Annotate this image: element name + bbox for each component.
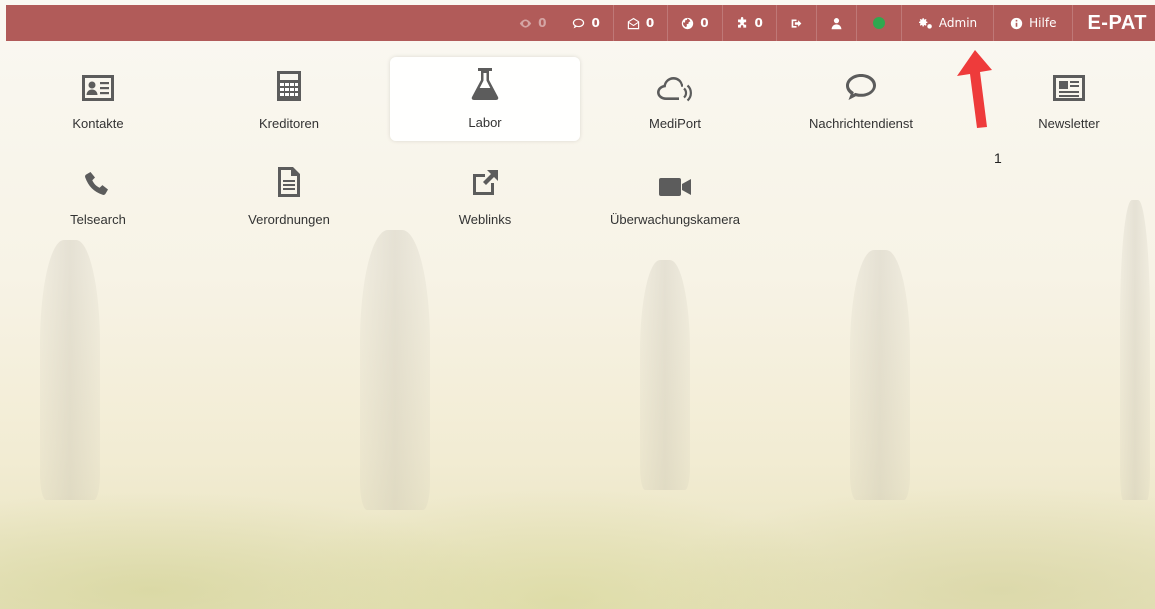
- sign-out-icon: [791, 18, 802, 28]
- eye-icon: [519, 18, 532, 28]
- admin-button[interactable]: Admin: [900, 5, 993, 41]
- tile-label: Kontakte: [72, 116, 124, 131]
- logout-button[interactable]: [775, 5, 816, 41]
- tile-label: Weblinks: [458, 212, 512, 227]
- online-status[interactable]: [855, 5, 901, 41]
- tile-weblinks[interactable]: Weblinks: [390, 154, 580, 238]
- globe-counter[interactable]: 0: [667, 5, 721, 41]
- plugin-count: 0: [754, 16, 763, 30]
- plugin-counter[interactable]: 0: [721, 5, 776, 41]
- tile-kreditoren[interactable]: Kreditoren: [194, 58, 384, 142]
- tile-verordnungen[interactable]: Verordnungen: [194, 154, 384, 238]
- envelope-open-icon: [627, 17, 640, 29]
- puzzle-icon: [737, 16, 746, 28]
- watchers-counter[interactable]: 0: [506, 5, 559, 41]
- tile-telsearch[interactable]: Telsearch: [3, 154, 193, 238]
- globe-count: 0: [700, 16, 709, 30]
- tile-nachrichtendienst[interactable]: Nachrichtendienst: [766, 58, 956, 142]
- file-text-icon: [278, 167, 300, 197]
- info-circle-icon: [1010, 17, 1023, 29]
- user-icon: [831, 17, 842, 29]
- gears-icon: [918, 17, 932, 29]
- tile-ueberwachungskamera[interactable]: Überwachungskamera: [580, 154, 770, 238]
- help-button[interactable]: Hilfe: [993, 5, 1072, 41]
- comment-icon: [846, 74, 876, 100]
- watchers-count: 0: [538, 16, 547, 30]
- chat-count: 0: [591, 16, 600, 30]
- tile-mediport[interactable]: MediPort: [580, 58, 770, 142]
- tile-label: Newsletter: [1038, 116, 1100, 131]
- tile-label: Verordnungen: [248, 212, 330, 227]
- tile-label: Überwachungskamera: [609, 212, 741, 227]
- annotation-marker: 1: [994, 150, 1002, 166]
- annotation-arrow: [957, 50, 992, 128]
- external-link-icon: [473, 170, 498, 195]
- tile-labor[interactable]: Labor: [390, 57, 580, 141]
- mail-counter[interactable]: 0: [612, 5, 667, 41]
- address-card-icon: [82, 75, 114, 101]
- help-label: Hilfe: [1029, 16, 1057, 30]
- tile-label: Kreditoren: [259, 116, 319, 131]
- tile-kontakte[interactable]: Kontakte: [3, 58, 193, 142]
- newspaper-icon: [1053, 75, 1085, 101]
- top-navigation-bar: 0 0 0 0 0 Admin Hilfe E-PAT: [6, 5, 1155, 41]
- video-camera-icon: [659, 178, 691, 196]
- status-dot-icon: [872, 17, 885, 29]
- admin-label: Admin: [938, 16, 978, 30]
- chat-bubble-icon: [573, 18, 585, 28]
- flask-icon: [471, 68, 499, 100]
- tile-label: Nachrichtendienst: [808, 116, 914, 131]
- cloud-signal-icon: [657, 77, 692, 102]
- globe-icon: [682, 17, 694, 29]
- calculator-icon: [277, 71, 301, 101]
- chat-counter[interactable]: 0: [559, 5, 612, 41]
- tile-label: Telsearch: [70, 212, 126, 227]
- tile-label: Labor: [468, 115, 502, 130]
- mail-count: 0: [645, 16, 655, 30]
- user-profile-button[interactable]: [815, 5, 856, 41]
- brand-logo: E-PAT: [1072, 5, 1155, 41]
- tile-label: MediPort: [648, 116, 702, 131]
- phone-icon: [85, 172, 108, 195]
